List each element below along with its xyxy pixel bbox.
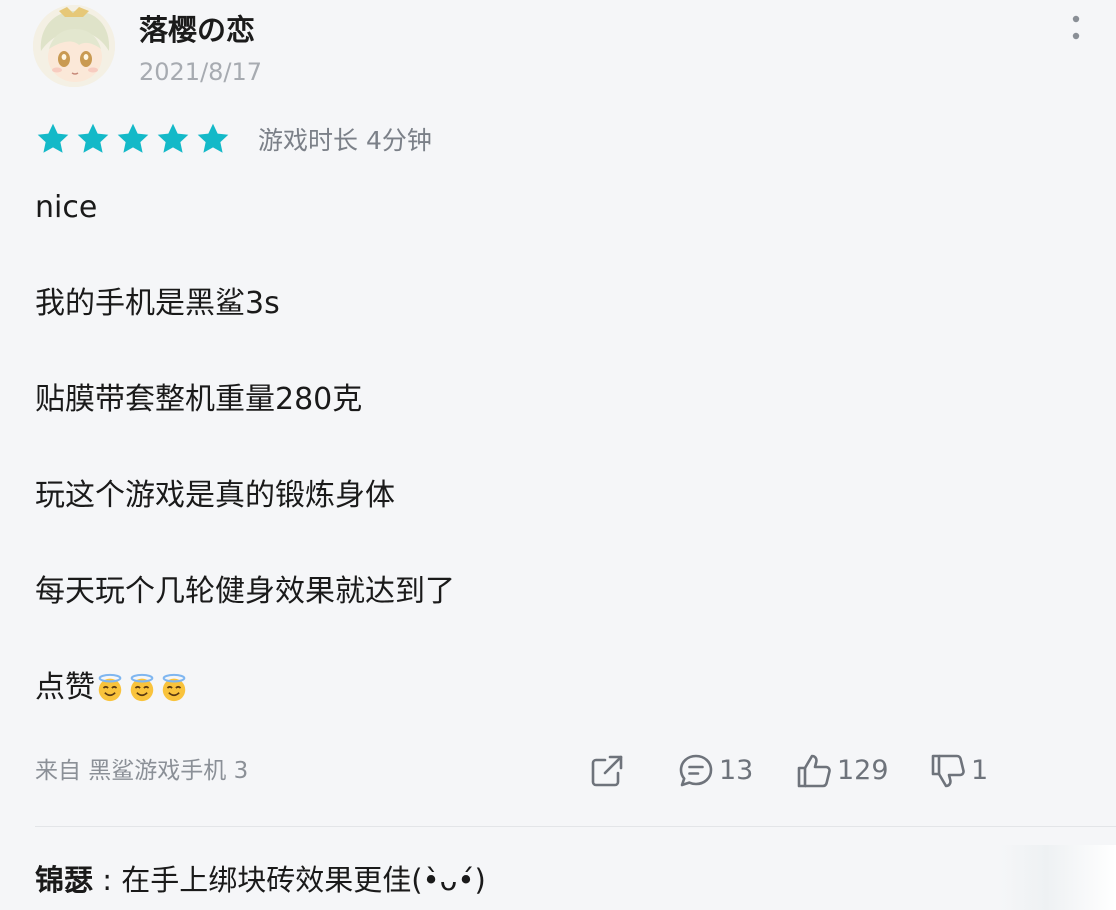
- star-icon: [157, 123, 189, 153]
- reply-text: 在手上绑块砖效果更佳(•̀ᴗ•́): [121, 863, 486, 897]
- divider: [35, 826, 1116, 827]
- review-line-with-emoji: 点赞: [35, 668, 1075, 708]
- review-line: 点赞: [35, 670, 95, 705]
- star-icon: [37, 123, 69, 153]
- dislike-button[interactable]: 1: [929, 750, 988, 792]
- thumbs-down-icon: [931, 754, 965, 788]
- avatar[interactable]: [33, 5, 115, 87]
- review-line: 贴膜带套整机重量280克: [35, 382, 363, 417]
- comment-icon: [679, 754, 713, 787]
- star-icon: [77, 123, 109, 153]
- review-line: 每天玩个几轮健身效果就达到了: [35, 574, 455, 609]
- star-rating: [35, 121, 231, 157]
- smiling-face-with-halo-icon: [130, 673, 154, 702]
- review-line: nice: [35, 190, 98, 225]
- avatar-image: [33, 5, 115, 87]
- post-date: 2021/8/17: [139, 58, 263, 86]
- like-count: 129: [837, 755, 889, 786]
- device-source: 来自 黑鲨游戏手机 3: [35, 758, 249, 784]
- reply-separator: :: [93, 863, 122, 897]
- share-icon: [591, 755, 623, 787]
- dislike-count: 1: [971, 755, 989, 786]
- review-line: 我的手机是黑鲨3s: [35, 286, 280, 321]
- star-icon: [117, 123, 149, 153]
- review-text: nice 我的手机是黑鲨3s 贴膜带套整机重量280克 玩这个游戏是真的锻炼身体…: [35, 188, 1075, 708]
- thumbs-up-icon: [797, 754, 831, 788]
- playtime-label: 游戏时长 4分钟: [258, 126, 432, 155]
- kebab-menu-icon: [1072, 15, 1080, 40]
- review-line: 玩这个游戏是真的锻炼身体: [35, 478, 395, 513]
- smiling-face-with-halo-icon: [162, 673, 186, 702]
- more-options-button[interactable]: [1062, 12, 1090, 44]
- comment-count: 13: [719, 755, 754, 786]
- review-card: 落樱の恋 2021/8/17 游戏时长 4分钟 nice 我的手机是黑鲨3s 贴…: [0, 0, 1116, 910]
- reply-author[interactable]: 锦瑟: [35, 863, 93, 897]
- like-button[interactable]: 129: [795, 750, 889, 792]
- star-icon: [197, 123, 229, 153]
- smiling-face-with-halo-icon: [98, 673, 122, 702]
- username[interactable]: 落樱の恋: [139, 10, 255, 50]
- comment-button[interactable]: 13: [677, 750, 753, 792]
- scroll-fade-overlay: [1000, 845, 1116, 910]
- reply-preview[interactable]: 锦瑟 : 在手上绑块砖效果更佳(•̀ᴗ•́): [35, 860, 486, 900]
- share-button[interactable]: [588, 750, 626, 792]
